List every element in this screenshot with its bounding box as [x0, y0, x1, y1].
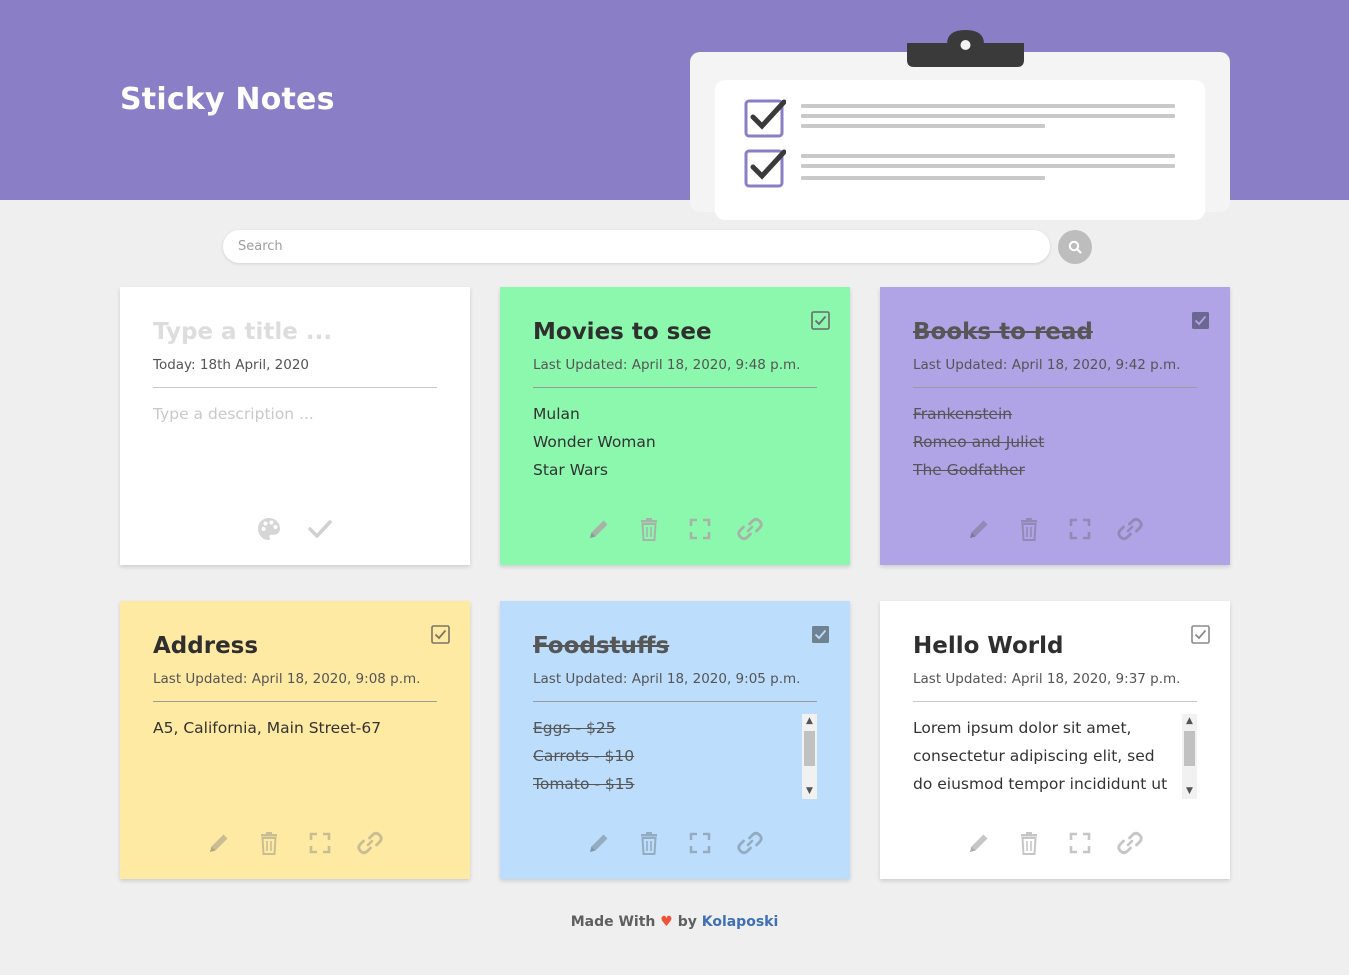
checkbox-checked-icon[interactable]	[1191, 311, 1210, 330]
note-item: Wonder Woman	[533, 433, 656, 451]
note-body: Mulan Wonder Woman Star Wars	[533, 400, 817, 490]
scroll-up-arrow-icon[interactable]: ▲	[802, 714, 817, 729]
clipboard-check-row	[744, 147, 1184, 189]
trash-icon[interactable]	[256, 830, 282, 856]
note-body: Eggs - $25 Carrots - $10 Tomato - $15	[533, 714, 817, 804]
scroll-thumb[interactable]	[804, 731, 815, 766]
divider	[153, 701, 437, 702]
checkbox-checked-icon	[744, 149, 786, 188]
note-actions	[880, 830, 1230, 858]
note-item: Mulan	[533, 405, 580, 423]
expand-icon[interactable]	[687, 830, 713, 856]
pencil-icon[interactable]	[966, 830, 992, 856]
note-updated: Last Updated: April 18, 2020, 9:48 p.m.	[533, 357, 801, 373]
divider	[533, 701, 817, 702]
checkbox-icon[interactable]	[1191, 625, 1210, 644]
note-item: do eiusmod tempor incididunt ut	[913, 775, 1168, 793]
new-note-description-input[interactable]: Type a description ...	[153, 400, 437, 490]
note-item: Carrots - $10	[533, 747, 635, 765]
note-card[interactable]: Movies to see Last Updated: April 18, 20…	[500, 287, 850, 565]
note-card[interactable]: Books to read Last Updated: April 18, 20…	[880, 287, 1230, 565]
note-updated: Last Updated: April 18, 2020, 9:42 p.m.	[913, 357, 1181, 373]
new-note-title-input[interactable]: Type a title ...	[153, 319, 332, 345]
pencil-icon[interactable]	[586, 830, 612, 856]
note-item: Star Wars	[533, 461, 608, 479]
link-icon[interactable]	[1117, 516, 1143, 542]
note-updated: Last Updated: April 18, 2020, 9:37 p.m.	[913, 671, 1181, 687]
divider	[153, 387, 437, 388]
new-note-actions	[120, 516, 470, 544]
note-title: Address	[153, 633, 259, 659]
search-bar	[223, 230, 1050, 263]
checkbox-checked-icon[interactable]	[811, 625, 830, 644]
link-icon[interactable]	[737, 830, 763, 856]
check-icon[interactable]	[307, 516, 333, 542]
note-item: Tomato - $15	[533, 775, 635, 793]
heart-icon: ♥	[660, 914, 673, 930]
checkbox-checked-icon	[744, 99, 786, 138]
divider	[913, 387, 1197, 388]
checkbox-icon[interactable]	[431, 625, 450, 644]
note-item: Lorem ipsum dolor sit amet,	[913, 719, 1132, 737]
note-title: Hello World	[913, 633, 1064, 659]
note-card[interactable]: Foodstuffs Last Updated: April 18, 2020,…	[500, 601, 850, 879]
new-note-date: Today: 18th April, 2020	[153, 357, 310, 373]
scroll-up-arrow-icon[interactable]: ▲	[1182, 714, 1197, 729]
expand-icon[interactable]	[1067, 830, 1093, 856]
expand-icon[interactable]	[1067, 516, 1093, 542]
scroll-down-arrow-icon[interactable]: ▼	[1182, 784, 1197, 799]
app-title: Sticky Notes	[120, 82, 335, 117]
search-input[interactable]	[223, 230, 1050, 263]
note-updated: Last Updated: April 18, 2020, 9:08 p.m.	[153, 671, 421, 687]
scroll-down-arrow-icon[interactable]: ▼	[802, 784, 817, 799]
note-item: Eggs - $25	[533, 719, 616, 737]
footer-by: by	[677, 914, 697, 930]
note-item: A5, California, Main Street-67	[153, 719, 382, 737]
search-icon	[1068, 240, 1082, 254]
note-body: A5, California, Main Street-67	[153, 714, 437, 804]
expand-icon[interactable]	[307, 830, 333, 856]
clipboard-check-row	[744, 97, 1184, 139]
footer-made-with: Made With	[570, 914, 656, 930]
note-title: Books to read	[913, 319, 1093, 345]
note-scrollbar[interactable]: ▲ ▼	[802, 714, 817, 799]
note-body: Frankenstein Romeo and Juliet The Godfat…	[913, 400, 1197, 490]
note-item: The Godfather	[913, 461, 1025, 479]
link-icon[interactable]	[737, 516, 763, 542]
note-title: Movies to see	[533, 319, 712, 345]
note-actions	[880, 516, 1230, 544]
trash-icon[interactable]	[1016, 830, 1042, 856]
note-card[interactable]: Hello World Last Updated: April 18, 2020…	[880, 601, 1230, 879]
footer-author-link[interactable]: Kolaposki	[702, 914, 779, 930]
note-actions	[120, 830, 470, 858]
checkbox-icon[interactable]	[811, 311, 830, 330]
pencil-icon[interactable]	[966, 516, 992, 542]
note-item: consectetur adipiscing elit, sed	[913, 747, 1155, 765]
pencil-icon[interactable]	[206, 830, 232, 856]
footer: Made With ♥ by Kolaposki	[0, 914, 1349, 930]
note-item: Romeo and Juliet	[913, 433, 1045, 451]
trash-icon[interactable]	[1016, 516, 1042, 542]
trash-icon[interactable]	[636, 830, 662, 856]
note-actions	[500, 516, 850, 544]
new-note-card: Type a title ... Today: 18th April, 2020…	[120, 287, 470, 565]
note-body: Lorem ipsum dolor sit amet, consectetur …	[913, 714, 1179, 804]
link-icon[interactable]	[1117, 830, 1143, 856]
search-button[interactable]	[1058, 230, 1092, 264]
note-updated: Last Updated: April 18, 2020, 9:05 p.m.	[533, 671, 801, 687]
expand-icon[interactable]	[687, 516, 713, 542]
note-scrollbar[interactable]: ▲ ▼	[1182, 714, 1197, 799]
note-actions	[500, 830, 850, 858]
scroll-thumb[interactable]	[1184, 731, 1195, 766]
note-card[interactable]: Address Last Updated: April 18, 2020, 9:…	[120, 601, 470, 879]
trash-icon[interactable]	[636, 516, 662, 542]
palette-icon[interactable]	[256, 516, 282, 542]
divider	[913, 701, 1197, 702]
link-icon[interactable]	[357, 830, 383, 856]
clipboard-clip-icon	[907, 30, 1024, 67]
note-item: Frankenstein	[913, 405, 1013, 423]
divider	[533, 387, 817, 388]
note-title: Foodstuffs	[533, 633, 670, 659]
pencil-icon[interactable]	[586, 516, 612, 542]
